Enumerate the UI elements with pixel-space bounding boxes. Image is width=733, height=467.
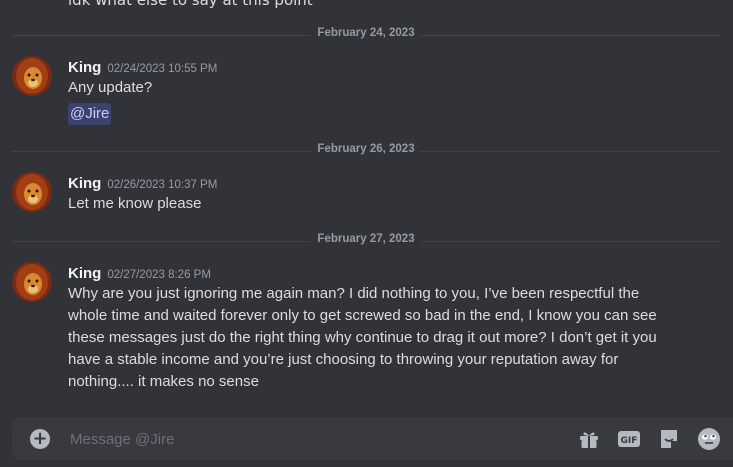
message-timestamp: 02/24/2023 10:55 PM: [107, 63, 218, 75]
message-timestamp: 02/26/2023 10:37 PM: [107, 179, 218, 191]
message-text-line: Why are you just ignoring me again man? …: [68, 285, 640, 302]
message-composer: + GIF: [12, 417, 733, 462]
message-text: Let me know please: [68, 195, 202, 212]
date-divider-label: February 26, 2023: [311, 143, 421, 155]
avatar[interactable]: [12, 262, 52, 302]
message-list: idk what else to say at this point Febru…: [0, 0, 733, 410]
message-text-line: have a stable income and you’re just cho…: [68, 351, 619, 368]
message-text-line: these messages just do the right thing w…: [68, 329, 657, 346]
date-divider: February 27, 2023: [12, 233, 720, 245]
sticker-icon[interactable]: [657, 427, 681, 451]
message-mention-line: @Jire: [68, 103, 112, 125]
message-text-line: whole time and waited forever only to ge…: [68, 307, 657, 324]
avatar[interactable]: [12, 56, 52, 96]
avatar[interactable]: [12, 172, 52, 212]
gift-icon[interactable]: [577, 427, 601, 451]
gif-icon[interactable]: GIF: [617, 427, 641, 451]
message-header: King 02/27/2023 8:26 PM: [68, 263, 211, 282]
message-timestamp: 02/27/2023 8:26 PM: [107, 269, 211, 281]
author-name[interactable]: King: [68, 265, 101, 282]
composer-toolbar: GIF: [577, 427, 721, 451]
svg-text:GIF: GIF: [621, 436, 638, 446]
previous-message-text: idk what else to say at this point: [68, 0, 313, 9]
date-divider-label: February 24, 2023: [311, 27, 421, 39]
date-divider: February 24, 2023: [12, 27, 720, 39]
emoji-icon[interactable]: [697, 427, 721, 451]
user-mention[interactable]: @Jire: [68, 103, 112, 125]
message-text-line: nothing.... it makes no sense: [68, 373, 259, 390]
message-input[interactable]: [68, 417, 552, 462]
date-divider-label: February 27, 2023: [311, 233, 421, 245]
message-header: King 02/26/2023 10:37 PM: [68, 173, 217, 192]
add-attachment-icon[interactable]: +: [30, 429, 50, 449]
message-text: Any update?: [68, 79, 153, 96]
message-header: King 02/24/2023 10:55 PM: [68, 57, 217, 76]
date-divider: February 26, 2023: [12, 143, 720, 155]
author-name[interactable]: King: [68, 175, 101, 192]
author-name[interactable]: King: [68, 59, 101, 76]
